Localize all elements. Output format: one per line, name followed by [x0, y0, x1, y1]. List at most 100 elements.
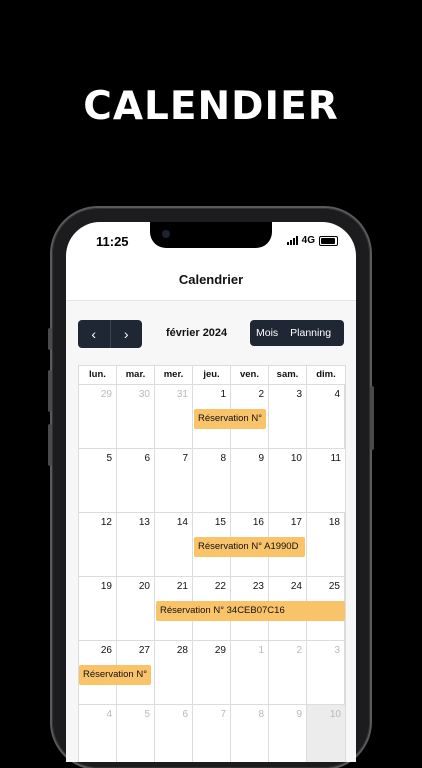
- day-cell[interactable]: 18: [307, 513, 345, 576]
- notch: [150, 222, 272, 248]
- day-number: 25: [328, 581, 340, 592]
- promo-headline: CALENDIER: [83, 84, 339, 129]
- day-number: 16: [252, 517, 264, 528]
- day-number: 20: [138, 581, 150, 592]
- day-cell[interactable]: 4: [307, 385, 345, 448]
- day-cell[interactable]: 3: [307, 641, 345, 704]
- day-number: 6: [182, 709, 188, 720]
- view-planning-button[interactable]: Planning: [284, 320, 337, 346]
- day-number: 12: [100, 517, 112, 528]
- day-cell[interactable]: 13: [117, 513, 155, 576]
- day-number: 15: [214, 517, 226, 528]
- day-number: 29: [100, 389, 112, 400]
- day-cell[interactable]: 3: [269, 385, 307, 448]
- day-cell[interactable]: 8: [193, 449, 231, 512]
- day-cell[interactable]: 6: [117, 449, 155, 512]
- view-toggle: Mois Planning: [250, 320, 344, 346]
- page-title: Calendrier: [178, 272, 244, 287]
- day-cell[interactable]: 10: [269, 449, 307, 512]
- day-cell[interactable]: 29: [79, 385, 117, 448]
- status-time: 11:25: [96, 234, 129, 249]
- network-label: 4G: [301, 235, 315, 246]
- day-number: 28: [176, 645, 188, 656]
- phone-volume-up-button: [48, 370, 52, 412]
- day-cell[interactable]: 19: [79, 577, 117, 640]
- day-number: 9: [258, 453, 264, 464]
- day-cell[interactable]: 6: [155, 705, 193, 762]
- week-row: 5 6 7 8 9 10 11: [79, 449, 345, 513]
- day-number: 2: [258, 389, 264, 400]
- weekday-sat: sam.: [269, 366, 307, 384]
- day-number: 5: [106, 453, 112, 464]
- event-chip[interactable]: Réservation N° A1990D: [194, 537, 305, 557]
- day-cell[interactable]: 7: [155, 449, 193, 512]
- event-chip[interactable]: Réservation N°: [194, 409, 266, 429]
- chevron-left-icon: ‹: [91, 326, 97, 342]
- day-cell[interactable]: 20: [117, 577, 155, 640]
- week-row: 12 13 14 15 16 17 18 Réservation N° A199…: [79, 513, 345, 577]
- day-number: 19: [100, 581, 112, 592]
- day-cell[interactable]: 4: [79, 705, 117, 762]
- day-cell[interactable]: 12: [79, 513, 117, 576]
- day-cell[interactable]: 14: [155, 513, 193, 576]
- day-cell[interactable]: 1: [231, 641, 269, 704]
- day-cell[interactable]: 11: [307, 449, 345, 512]
- day-number: 11: [330, 453, 341, 464]
- day-number: 5: [144, 709, 150, 720]
- week-row: 29 30 31 1 2 3 4 Réservation N°: [79, 385, 345, 449]
- day-number: 30: [138, 389, 150, 400]
- view-month-button[interactable]: Mois: [250, 320, 284, 346]
- battery-icon: [319, 235, 338, 246]
- day-cell[interactable]: 5: [79, 449, 117, 512]
- week-row: 19 20 21 22 23 24 25 Réservation N° 34CE…: [79, 577, 345, 641]
- next-month-button[interactable]: ›: [111, 320, 143, 348]
- signal-icon: [286, 236, 298, 245]
- day-cell-today[interactable]: 10: [307, 705, 345, 762]
- phone-volume-down-button: [48, 424, 52, 466]
- day-number: 7: [220, 709, 226, 720]
- day-cell[interactable]: 7: [193, 705, 231, 762]
- day-number: 17: [290, 517, 302, 528]
- day-number: 27: [138, 645, 150, 656]
- day-cell[interactable]: 9: [231, 449, 269, 512]
- week-row: 26 27 28 29 1 2 3 Réservation N°: [79, 641, 345, 705]
- day-cell[interactable]: 30: [117, 385, 155, 448]
- day-cell[interactable]: 2: [269, 641, 307, 704]
- day-number: 26: [100, 645, 112, 656]
- day-number: 21: [176, 581, 188, 592]
- day-cell[interactable]: 9: [269, 705, 307, 762]
- day-number: 1: [220, 389, 226, 400]
- day-number: 8: [258, 709, 264, 720]
- day-number: 9: [296, 709, 302, 720]
- phone-screen: 11:25 4G Calendrier ‹ › février 2024 Moi…: [66, 222, 356, 762]
- day-number: 29: [214, 645, 226, 656]
- camera-icon: [162, 230, 170, 238]
- week-row: 4 5 6 7 8 9 10: [79, 705, 345, 762]
- day-number: 3: [334, 645, 340, 656]
- day-cell[interactable]: 29: [193, 641, 231, 704]
- day-cell[interactable]: 8: [231, 705, 269, 762]
- event-chip[interactable]: Réservation N° 34CEB07C16: [156, 601, 345, 621]
- weekday-sun: dim.: [316, 369, 336, 380]
- day-number: 13: [138, 517, 150, 528]
- month-nav: ‹ ›: [78, 320, 142, 348]
- day-number: 24: [290, 581, 302, 592]
- day-cell[interactable]: 5: [117, 705, 155, 762]
- status-indicators: 4G: [286, 235, 338, 246]
- day-number: 1: [258, 645, 264, 656]
- day-number: 31: [176, 389, 188, 400]
- calendar-container: ‹ › février 2024 Mois Planning lun. mar.…: [66, 301, 356, 762]
- prev-month-button[interactable]: ‹: [78, 320, 111, 348]
- day-cell[interactable]: 28: [155, 641, 193, 704]
- weekday-mon: lun.: [79, 366, 117, 384]
- day-number: 2: [296, 645, 302, 656]
- day-number: 14: [176, 517, 188, 528]
- phone-side-button: [48, 328, 52, 350]
- day-number: 4: [106, 709, 112, 720]
- day-number: 18: [328, 517, 340, 528]
- day-number: 8: [220, 453, 226, 464]
- event-chip[interactable]: Réservation N°: [79, 665, 151, 685]
- day-number: 3: [296, 389, 302, 400]
- day-cell[interactable]: 31: [155, 385, 193, 448]
- month-label: février 2024: [166, 327, 228, 339]
